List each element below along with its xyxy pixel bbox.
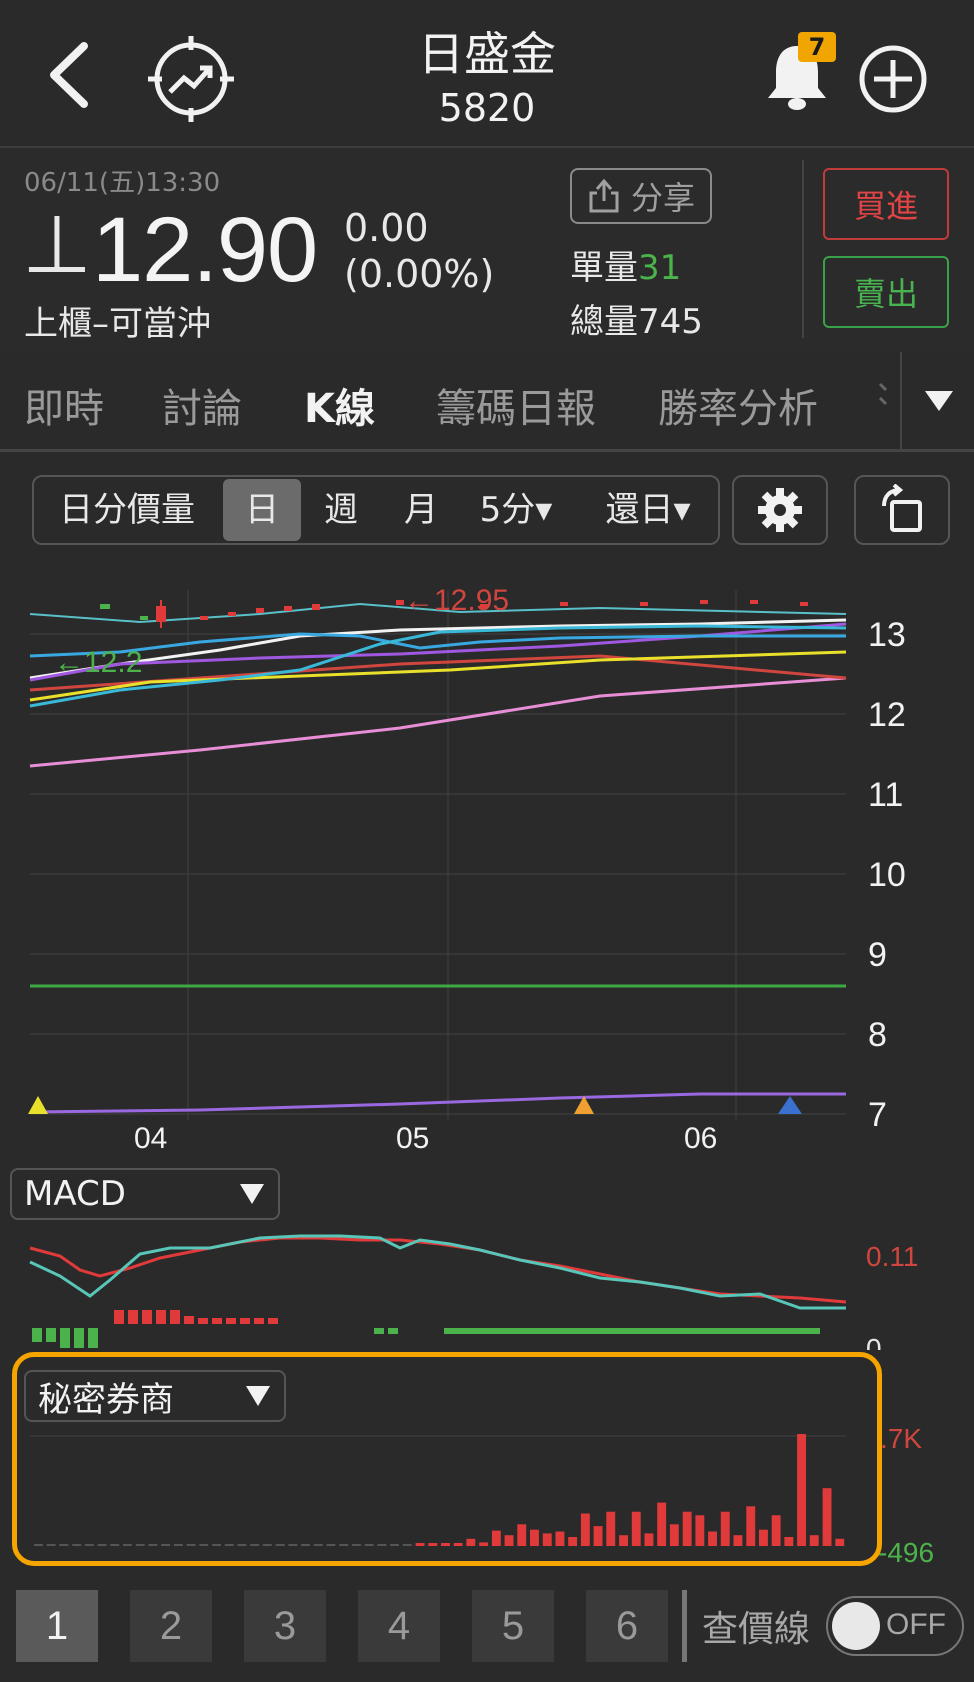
broker-bottom-label: -496 bbox=[878, 1537, 934, 1568]
share-label: 分享 bbox=[630, 179, 695, 217]
page-button-4[interactable]: 4 bbox=[358, 1590, 440, 1662]
unit-volume-value: 31 bbox=[638, 248, 682, 288]
tabs-more-button[interactable] bbox=[900, 352, 974, 449]
y-tick-9: 9 bbox=[868, 936, 887, 974]
toggle-state-label: OFF bbox=[886, 1608, 946, 1641]
macd-indicator-selector[interactable]: MACD bbox=[10, 1168, 280, 1220]
y-tick-11: 11 bbox=[868, 776, 903, 814]
tab-overflow-hint bbox=[878, 376, 892, 426]
quote-panel: 06/11(五)13:30 ⊥ 12.90 0.00 (0.00%) 上櫃–可當… bbox=[0, 148, 974, 351]
page-button-5[interactable]: 5 bbox=[472, 1590, 554, 1662]
price-change-percent: (0.00%) bbox=[344, 252, 495, 296]
rotate-screen-button[interactable] bbox=[854, 475, 950, 545]
add-circle-icon[interactable] bbox=[858, 44, 928, 114]
y-tick-12: 12 bbox=[868, 696, 906, 734]
high-price-annotation: ←12.95 bbox=[404, 584, 509, 617]
unit-volume-label: 單量 bbox=[570, 248, 638, 288]
price-line-label: 查價線 bbox=[702, 1609, 811, 1650]
macd-top-label: 0.11 bbox=[866, 1241, 918, 1272]
total-volume-label: 總量 bbox=[570, 302, 638, 342]
unit-volume: 單量31 bbox=[570, 240, 681, 289]
segment-week[interactable]: 週 bbox=[308, 475, 374, 545]
x-tick-04: 04 bbox=[134, 1122, 167, 1150]
price-line-toggle[interactable]: OFF bbox=[826, 1596, 964, 1656]
signal-triangle-yellow bbox=[28, 1096, 48, 1114]
tab-discussion[interactable]: 討論 bbox=[162, 376, 242, 434]
page-button-1[interactable]: 1 bbox=[16, 1590, 98, 1662]
macd-selector-label: MACD bbox=[24, 1174, 126, 1214]
tab-realtime[interactable]: 即時 bbox=[24, 376, 104, 434]
rotate-icon bbox=[882, 484, 922, 532]
app-header: 日盛金 5820 7 bbox=[0, 0, 974, 146]
triangle-down-icon bbox=[925, 390, 953, 411]
total-volume: 總量745 bbox=[570, 294, 703, 343]
main-tabs: 即時 討論 K線 籌碼日報 勝率分析 bbox=[0, 352, 974, 452]
page-button-3[interactable]: 3 bbox=[244, 1590, 326, 1662]
total-volume-value: 745 bbox=[638, 302, 703, 342]
segment-day[interactable]: 日 bbox=[223, 479, 301, 541]
quote-separator bbox=[802, 160, 804, 338]
market-type: 上櫃–可當沖 bbox=[24, 304, 211, 344]
sell-button[interactable]: 賣出 bbox=[823, 256, 949, 328]
notification-badge: 7 bbox=[798, 32, 836, 62]
segment-adjust[interactable]: 還日▾ bbox=[588, 475, 708, 545]
tab-chip-daily[interactable]: 籌碼日報 bbox=[436, 376, 596, 434]
y-tick-8: 8 bbox=[868, 1016, 887, 1054]
gear-icon bbox=[758, 488, 802, 532]
ma-line-pink bbox=[29, 676, 847, 768]
x-tick-06: 06 bbox=[684, 1122, 717, 1150]
chart-settings-button[interactable] bbox=[732, 475, 828, 545]
share-icon bbox=[589, 178, 619, 213]
highlight-box bbox=[12, 1352, 882, 1566]
x-tick-05: 05 bbox=[396, 1122, 429, 1150]
signal-triangle-blue bbox=[778, 1096, 802, 1114]
low-price-annotation: ←12.2 bbox=[54, 646, 142, 679]
bottom-bar: 1 2 3 4 5 6 查價線 OFF bbox=[0, 1572, 974, 1682]
broker-top-label: .7K bbox=[880, 1423, 922, 1454]
segment-intraday-volume[interactable]: 日分價量 bbox=[44, 475, 210, 545]
price-change: 0.00 bbox=[344, 206, 429, 250]
macd-dif-line bbox=[29, 1236, 847, 1304]
share-button[interactable]: 分享 bbox=[570, 168, 712, 224]
toggle-knob bbox=[832, 1602, 880, 1650]
last-price: 12.90 bbox=[92, 199, 318, 301]
y-tick-7: 7 bbox=[868, 1096, 887, 1134]
bottom-separator bbox=[682, 1590, 687, 1662]
segment-5min[interactable]: 5分▾ bbox=[466, 475, 566, 545]
lower-band-line bbox=[29, 1092, 846, 1114]
macd-histogram bbox=[32, 1310, 820, 1348]
y-tick-13: 13 bbox=[868, 616, 906, 654]
macd-chart[interactable]: 0.11 0 bbox=[0, 1220, 974, 1350]
ma-line-red bbox=[29, 654, 847, 692]
flat-symbol: ⊥ bbox=[22, 198, 92, 291]
macd-zero-label: 0 bbox=[866, 1333, 882, 1350]
macd-signal-line bbox=[29, 1234, 846, 1310]
tab-win-rate[interactable]: 勝率分析 bbox=[658, 376, 818, 434]
quote-time: 06/11(五)13:30 bbox=[24, 168, 221, 198]
triangle-down-icon bbox=[240, 1184, 264, 1204]
page-button-6[interactable]: 6 bbox=[586, 1590, 668, 1662]
price-chart[interactable]: ←12.95 ←12.2 13 12 11 10 9 8 7 04 05 06 bbox=[0, 560, 974, 1150]
y-tick-10: 10 bbox=[868, 856, 906, 894]
segment-month[interactable]: 月 bbox=[388, 475, 454, 545]
tab-kline[interactable]: K線 bbox=[304, 376, 375, 434]
buy-button[interactable]: 買進 bbox=[823, 168, 949, 240]
page-button-2[interactable]: 2 bbox=[130, 1590, 212, 1662]
